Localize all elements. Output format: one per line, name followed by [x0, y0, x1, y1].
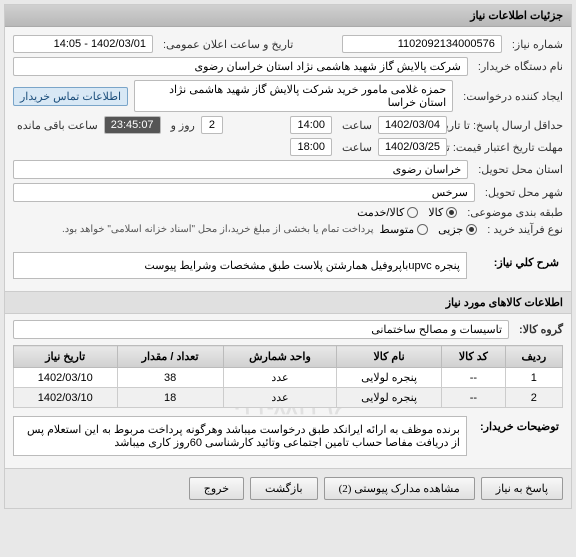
- explain-label: توضیحات خریدار:: [473, 416, 563, 437]
- cell-name: پنجره لولایی: [337, 368, 442, 388]
- buy-partial-radio[interactable]: جزیی: [438, 223, 477, 236]
- hour-label-2: ساعت: [338, 141, 372, 154]
- days-field: 2: [201, 116, 223, 134]
- validity-label: مهلت تاریخ اعتبار قیمت: تا تاریخ:: [453, 141, 563, 154]
- back-button[interactable]: بازگشت: [250, 477, 318, 500]
- req-no-label: شماره نیاز:: [508, 38, 563, 51]
- contact-info-link[interactable]: اطلاعات تماس خریدار: [13, 87, 128, 106]
- attachments-button[interactable]: مشاهده مدارک پیوستی (2): [324, 477, 475, 500]
- desc-title-label: شرح کلي نياز:: [473, 252, 563, 273]
- items-table: ردیف کد کالا نام کالا واحد شمارش تعداد /…: [13, 345, 563, 408]
- panel-header: جزئیات اطلاعات نیاز: [5, 5, 571, 27]
- buy-partial-label: جزیی: [438, 223, 463, 236]
- cell-qty: 38: [117, 368, 223, 388]
- cell-unit: عدد: [223, 368, 337, 388]
- radio-icon: [417, 224, 428, 235]
- class-service-label: کالا/خدمت: [357, 206, 404, 219]
- hour-label-1: ساعت: [338, 119, 372, 132]
- desc-title-box: پنجره upvcباپروفیل همارشتن پلاست طبق مشخ…: [13, 252, 467, 279]
- creator-label: ایجاد کننده درخواست:: [459, 90, 563, 103]
- group-field: تاسیسات و مصالح ساختمانی: [13, 320, 509, 339]
- th-date[interactable]: تاریخ نیاز: [14, 346, 118, 368]
- province-field: خراسان رضوی: [13, 160, 468, 179]
- cell-idx: 1: [505, 368, 562, 388]
- req-no-field: 1102092134000576: [342, 35, 502, 53]
- cell-code: --: [441, 368, 505, 388]
- buy-medium-label: متوسط: [380, 223, 415, 236]
- explain-box: برنده موظف به ارائه ایرانکد طبق درخواست …: [13, 416, 467, 456]
- validity-date-field: 1402/03/25: [378, 138, 447, 156]
- remaining-label: ساعت باقی مانده: [13, 119, 98, 132]
- resp-time-field: 14:00: [290, 116, 332, 134]
- resp-deadline-label: حداقل ارسال پاسخ: تا تاریخ:: [453, 119, 563, 132]
- class-radio-group: کالا کالا/خدمت: [357, 206, 457, 219]
- table-row[interactable]: 1 -- پنجره لولایی عدد 38 1402/03/10: [14, 368, 563, 388]
- resp-date-field: 1402/03/04: [378, 116, 447, 134]
- buy-type-radio-group: جزیی متوسط: [380, 223, 478, 236]
- table-row[interactable]: 2 -- پنجره لولایی عدد 18 1402/03/10: [14, 388, 563, 408]
- city-label: شهر محل تحویل:: [481, 186, 563, 199]
- th-qty[interactable]: تعداد / مقدار: [117, 346, 223, 368]
- th-row[interactable]: ردیف: [505, 346, 562, 368]
- announce-label: تاریخ و ساعت اعلان عمومی:: [159, 38, 293, 51]
- cell-code: --: [441, 388, 505, 408]
- announce-field: 1402/03/01 - 14:05: [13, 35, 153, 53]
- class-label: طبقه بندی موضوعی:: [463, 206, 563, 219]
- items-section-header: اطلاعات کالاهای مورد نیاز: [5, 291, 571, 314]
- day-and-label: روز و: [167, 119, 195, 132]
- radio-icon: [407, 207, 418, 218]
- th-code[interactable]: کد کالا: [441, 346, 505, 368]
- group-label: گروه کالا:: [515, 323, 563, 336]
- class-goods-label: کالا: [428, 206, 443, 219]
- class-goods-radio[interactable]: کالا: [428, 206, 457, 219]
- cell-qty: 18: [117, 388, 223, 408]
- countdown-field: 23:45:07: [104, 116, 161, 134]
- radio-checked-icon: [446, 207, 457, 218]
- class-service-radio[interactable]: کالا/خدمت: [357, 206, 418, 219]
- province-label: استان محل تحویل:: [474, 163, 563, 176]
- respond-button[interactable]: پاسخ به نیاز: [481, 477, 563, 500]
- buyer-label: نام دستگاه خریدار:: [474, 60, 563, 73]
- cell-idx: 2: [505, 388, 562, 408]
- radio-checked-icon: [466, 224, 477, 235]
- th-unit[interactable]: واحد شمارش: [223, 346, 337, 368]
- buy-medium-radio[interactable]: متوسط: [380, 223, 429, 236]
- th-name[interactable]: نام کالا: [337, 346, 442, 368]
- city-field: سرخس: [13, 183, 475, 202]
- buy-note: پرداخت تمام یا بخشی از مبلغ خرید،از محل …: [58, 224, 374, 235]
- buy-type-label: نوع فرآیند خرید :: [483, 223, 563, 236]
- cell-date: 1402/03/10: [14, 388, 118, 408]
- validity-time-field: 18:00: [290, 138, 332, 156]
- cell-unit: عدد: [223, 388, 337, 408]
- cell-date: 1402/03/10: [14, 368, 118, 388]
- exit-button[interactable]: خروج: [189, 477, 244, 500]
- buyer-field: شرکت پالایش گاز شهید هاشمی نژاد استان خر…: [13, 57, 468, 76]
- creator-field: حمزه غلامی مامور خرید شرکت پالایش گاز شه…: [134, 80, 453, 112]
- cell-name: پنجره لولایی: [337, 388, 442, 408]
